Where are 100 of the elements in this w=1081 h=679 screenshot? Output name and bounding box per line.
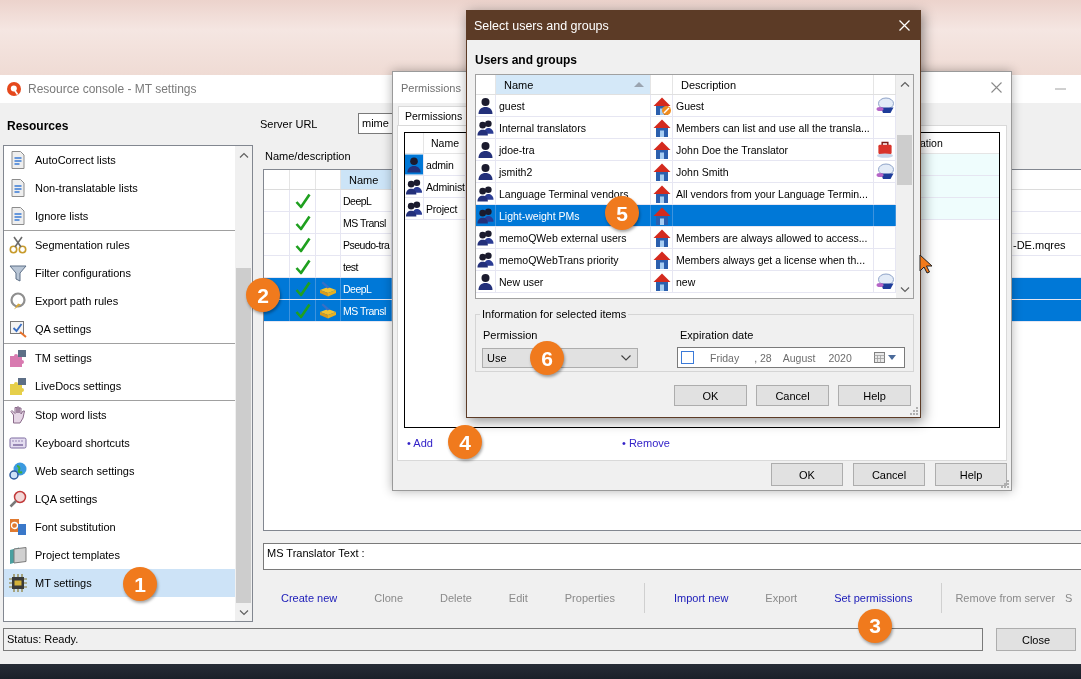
description-field[interactable]: MS Translator Text : bbox=[263, 543, 1081, 570]
year-text: 2020 bbox=[828, 351, 852, 364]
user-name: jsmith2 bbox=[497, 165, 533, 178]
list-row[interactable]: jdoe-tra John Doe the Translator bbox=[476, 139, 896, 161]
toolbar-link[interactable]: Set permissions bbox=[834, 591, 913, 605]
cursor-icon bbox=[919, 254, 933, 274]
people-icon bbox=[477, 229, 494, 246]
ring-icon bbox=[9, 292, 27, 310]
dialog-button[interactable]: Help bbox=[935, 463, 1007, 486]
dialog-button[interactable]: Help bbox=[838, 385, 911, 406]
panel-heading: Resources bbox=[7, 118, 69, 134]
sidebar-item[interactable]: TM settings bbox=[4, 344, 235, 372]
column-header[interactable]: Description bbox=[673, 75, 874, 94]
resize-grip-icon[interactable] bbox=[910, 407, 918, 415]
dialog-title: Permissions bbox=[401, 81, 461, 94]
caret-icon[interactable] bbox=[888, 355, 896, 360]
scrollbar[interactable] bbox=[235, 146, 252, 621]
close-button[interactable]: Close bbox=[996, 628, 1076, 651]
callout-badge: 6 bbox=[530, 341, 564, 375]
callout-badge: 1 bbox=[123, 567, 157, 601]
resource-name: MS Transl bbox=[342, 304, 386, 317]
hand-icon bbox=[9, 406, 27, 424]
user-name: Light-weight PMs bbox=[498, 209, 580, 222]
books-icon bbox=[9, 546, 27, 564]
description-text: Members are always allowed to access... bbox=[675, 231, 868, 244]
description-text: Guest bbox=[675, 99, 704, 112]
action-link[interactable]: • Add bbox=[407, 436, 433, 450]
sidebar-item[interactable]: Non-translatable lists bbox=[4, 174, 235, 202]
checkbox[interactable] bbox=[681, 351, 694, 364]
sidebar-item[interactable]: AutoCorrect lists bbox=[4, 146, 235, 174]
description-text: new bbox=[675, 275, 696, 288]
list-row[interactable]: memoQWeb external users Members are always allowed to access... bbox=[476, 227, 896, 249]
day-text: , 28 bbox=[754, 351, 772, 364]
sidebar-item[interactable]: Segmentation rules bbox=[4, 231, 235, 259]
resize-grip-icon[interactable] bbox=[1001, 480, 1009, 488]
resource-name: DeepL bbox=[342, 194, 372, 207]
chevron-up-icon[interactable] bbox=[899, 80, 910, 87]
user-name: Administ bbox=[425, 180, 465, 193]
magnifier-icon bbox=[9, 490, 27, 508]
resource-name: test bbox=[342, 260, 358, 273]
dialog-button[interactable]: Cancel bbox=[756, 385, 829, 406]
sidebar-item[interactable]: Export path rules bbox=[4, 287, 235, 315]
sidebar-item[interactable]: QA settings bbox=[4, 315, 235, 343]
scroll-thumb[interactable] bbox=[897, 135, 912, 185]
person-icon bbox=[477, 97, 494, 114]
resource-name: DeepL bbox=[342, 282, 372, 295]
dialog-button[interactable]: OK bbox=[674, 385, 747, 406]
column-header[interactable]: Name bbox=[496, 75, 651, 94]
toolbar-link[interactable]: Import new bbox=[673, 591, 729, 605]
chevron-down-icon[interactable] bbox=[899, 286, 910, 293]
section-label: Name/description bbox=[265, 149, 351, 164]
description-text: Members can list and use all the transla... bbox=[675, 121, 870, 134]
document-icon bbox=[9, 151, 27, 169]
puzzle-icon bbox=[9, 377, 27, 395]
sidebar-item[interactable]: Web search settings bbox=[4, 457, 235, 485]
funnel-icon bbox=[9, 264, 27, 282]
sidebar-item[interactable]: Filter configurations bbox=[4, 259, 235, 287]
user-name: Project bbox=[425, 202, 458, 215]
sidebar-item[interactable]: Stop word lists bbox=[4, 401, 235, 429]
list-row[interactable]: Internal translators Members can list and use all the transla... bbox=[476, 117, 896, 139]
section-heading: Users and groups bbox=[475, 52, 578, 68]
user-name: memoQWeb external users bbox=[498, 231, 627, 244]
description-text: All vendors from your Language Termin... bbox=[675, 187, 868, 200]
dialog-button[interactable]: OK bbox=[771, 463, 843, 486]
callout-badge: 4 bbox=[448, 425, 482, 459]
calendar-icon[interactable] bbox=[874, 352, 885, 363]
file-name: -DE.mqres bbox=[1012, 238, 1066, 251]
list-row[interactable]: New user new bbox=[476, 271, 896, 293]
suitcase-icon bbox=[875, 141, 894, 158]
description-text: John Doe the Translator bbox=[675, 143, 789, 156]
description-text: John Smith bbox=[675, 165, 729, 178]
chevron-up-icon[interactable] bbox=[238, 151, 249, 158]
sidebar-item[interactable]: LQA settings bbox=[4, 485, 235, 513]
date-field[interactable]: Friday , 28 August 2020 bbox=[677, 347, 905, 368]
toolbar-link[interactable]: Create new bbox=[281, 591, 338, 605]
document-icon bbox=[9, 179, 27, 197]
sidebar-item[interactable]: Font substitution bbox=[4, 513, 235, 541]
list-row[interactable]: memoQWebTrans priority Members always get a license when th... bbox=[476, 249, 896, 271]
weekday-text: Friday bbox=[710, 351, 740, 364]
sidebar-item[interactable]: Project templates bbox=[4, 541, 235, 569]
people-icon bbox=[477, 207, 494, 224]
chevron-down-icon[interactable] bbox=[238, 609, 249, 616]
symbol-tiles-icon bbox=[9, 518, 27, 536]
action-link[interactable]: • Remove bbox=[622, 436, 670, 450]
people-icon bbox=[477, 185, 494, 202]
month-text: August bbox=[782, 351, 816, 364]
app-logo-icon bbox=[7, 82, 21, 96]
puzzle-icon bbox=[9, 349, 27, 367]
person-icon bbox=[477, 141, 494, 158]
list-row[interactable]: guest Guest bbox=[476, 95, 896, 117]
scroll-thumb[interactable] bbox=[236, 268, 251, 603]
list-row[interactable]: jsmith2 John Smith bbox=[476, 161, 896, 183]
person-icon bbox=[477, 273, 494, 290]
sidebar-item[interactable]: LiveDocs settings bbox=[4, 372, 235, 400]
sidebar-item[interactable]: Keyboard shortcuts bbox=[4, 429, 235, 457]
sidebar-item[interactable]: Ignore lists bbox=[4, 202, 235, 230]
user-name: jdoe-tra bbox=[497, 143, 535, 156]
column-header[interactable]: Name bbox=[341, 170, 392, 189]
dialog-button[interactable]: Cancel bbox=[853, 463, 925, 486]
scrollbar[interactable] bbox=[896, 75, 913, 298]
